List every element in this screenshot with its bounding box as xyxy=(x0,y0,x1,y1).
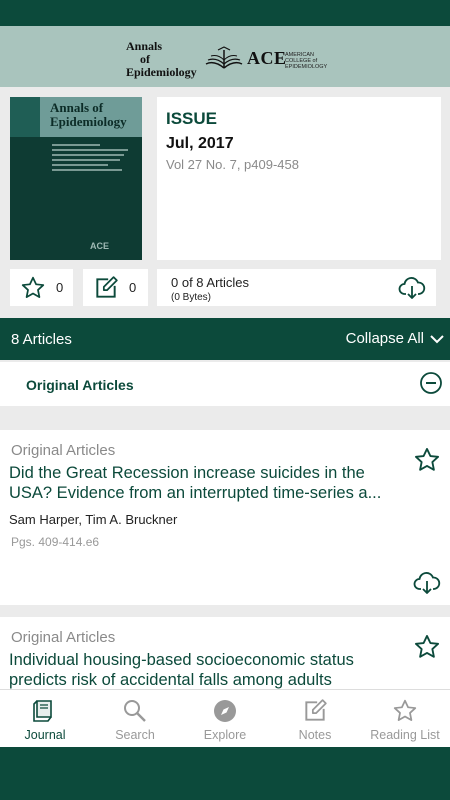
section-title: Original Articles xyxy=(26,377,134,393)
cloud-download-icon[interactable] xyxy=(413,571,441,595)
cover-ace-logo: ACE xyxy=(90,241,110,251)
issue-date: Jul, 2017 xyxy=(166,135,234,152)
nav-reading-list[interactable]: Reading List xyxy=(360,690,450,747)
nav-notes-label: Notes xyxy=(298,728,332,742)
nav-search-label: Search xyxy=(115,728,155,742)
collapse-all-button[interactable]: Collapse All xyxy=(346,330,444,347)
issue-cover-image[interactable]: Annals of Epidemiology ACE xyxy=(10,97,142,260)
system-navigation-bar xyxy=(0,747,450,800)
journal-logo-text: Annals of Epidemiology xyxy=(126,39,197,79)
search-icon xyxy=(124,700,146,722)
edit-note-icon xyxy=(305,699,327,721)
nav-journal[interactable]: Journal xyxy=(0,690,90,747)
articles-header-bar: 8 Articles Collapse All xyxy=(0,318,450,360)
article-pages: Pgs. 409-414.e6 xyxy=(11,535,100,549)
issue-label: ISSUE xyxy=(166,109,218,128)
article-section: Original Articles xyxy=(11,442,116,459)
articles-count: 8 Articles xyxy=(11,331,72,348)
nav-notes[interactable]: Notes xyxy=(270,690,360,747)
article-authors: Sam Harper, Tim A. Bruckner xyxy=(9,512,178,527)
nav-search[interactable]: Search xyxy=(90,690,180,747)
issue-volume: Vol 27 No. 7, p409-458 xyxy=(166,157,299,172)
star-icon[interactable] xyxy=(413,446,441,474)
star-icon xyxy=(393,699,417,721)
download-size: (0 Bytes) xyxy=(171,292,212,303)
favorites-count: 0 xyxy=(56,280,64,295)
chevron-down-icon xyxy=(430,334,444,343)
article-title[interactable]: Individual housing-based socioeconomic s… xyxy=(9,650,399,689)
star-icon xyxy=(21,276,45,298)
notes-count: 0 xyxy=(129,280,137,295)
nav-explore-label: Explore xyxy=(203,728,247,742)
cover-title: Annals of Epidemiology xyxy=(50,100,127,129)
downloaded-articles-count: 0 of 8 Articles xyxy=(171,275,250,290)
article-title[interactable]: Did the Great Recession increase suicide… xyxy=(9,463,399,503)
nav-journal-label: Journal xyxy=(24,728,66,742)
cloud-download-icon[interactable] xyxy=(398,276,426,300)
ace-logo-text: ACE xyxy=(247,48,287,68)
nav-reading-list-label: Reading List xyxy=(370,728,440,742)
journal-banner: Annals of Epidemiology ACE AMERICAN COLL… xyxy=(0,26,450,87)
bottom-navigation: Journal Search Explore Notes Reading Lis… xyxy=(0,689,450,747)
article-card[interactable]: Original Articles Did the Great Recessio… xyxy=(0,430,450,605)
issue-info-card: ISSUE Jul, 2017 Vol 27 No. 7, p409-458 xyxy=(157,97,441,260)
notes-button[interactable]: 0 xyxy=(83,269,148,306)
article-card[interactable]: Original Articles Individual housing-bas… xyxy=(0,617,450,689)
download-issue-panel[interactable]: 0 of 8 Articles (0 Bytes) xyxy=(157,269,436,306)
status-bar xyxy=(0,0,450,26)
compass-icon xyxy=(214,700,236,722)
article-section: Original Articles xyxy=(11,629,116,646)
favorites-button[interactable]: 0 xyxy=(10,269,73,306)
section-header-original-articles[interactable]: Original Articles xyxy=(0,362,450,406)
nav-explore[interactable]: Explore xyxy=(180,690,270,747)
star-icon[interactable] xyxy=(413,633,441,661)
ace-book-logo-icon xyxy=(205,46,243,69)
ace-subtitle: AMERICAN COLLEGE of EPIDEMIOLOGY xyxy=(285,52,328,70)
collapse-section-icon[interactable] xyxy=(419,371,443,395)
edit-note-icon xyxy=(96,275,118,298)
cover-contents xyxy=(52,144,132,174)
book-icon xyxy=(33,700,52,722)
